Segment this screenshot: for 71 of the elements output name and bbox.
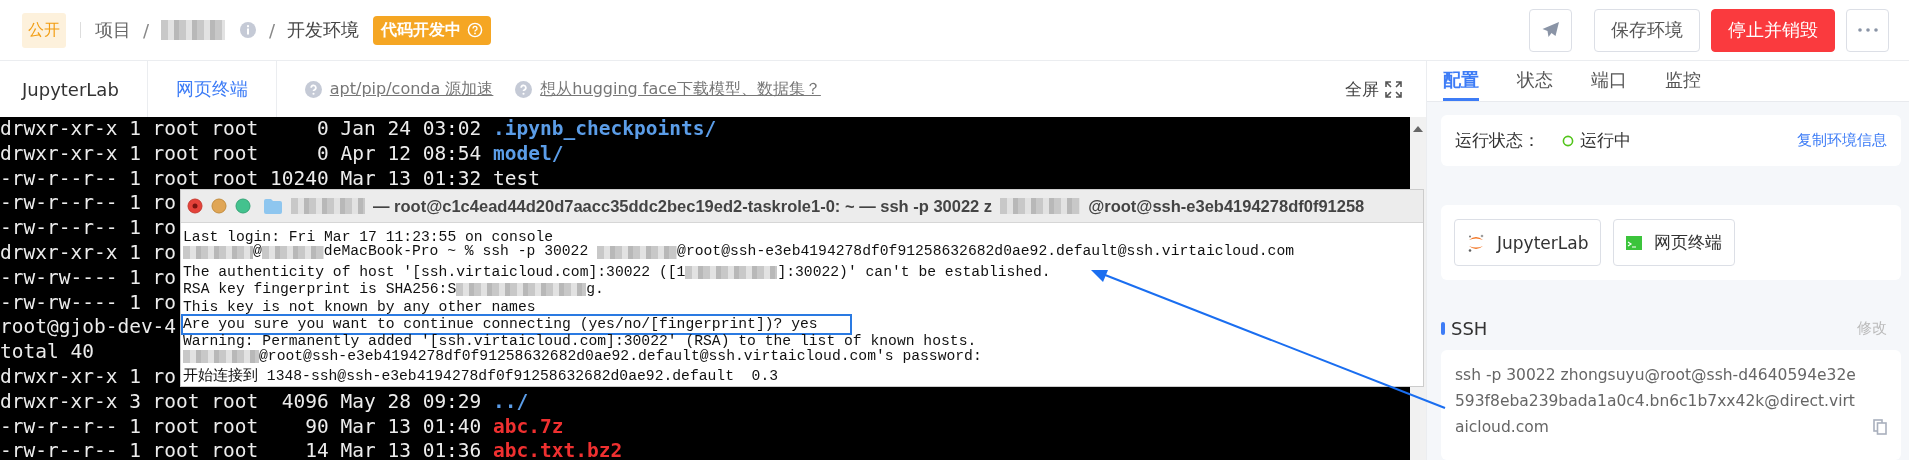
terminal-line: -rw-r--r-- 1 root root 14 Mar 13 01:36 abc.txt.bz2 xyxy=(0,439,623,460)
terminal-text: This key is not known by any other names xyxy=(183,298,536,316)
terminal-line: drwxr-xr-x 1 root root 0 Apr 12 08:54 model/ xyxy=(0,141,564,167)
terminal-text: @root@ssh-e3eb4194278df0f91258632682d0ae92.default@ssh.virtaicloud.com xyxy=(677,243,1295,261)
terminal-text: Warning: Permanently added '[ssh.virtaicloud.com]:30022' (RSA) to the list of known hosts. xyxy=(183,333,977,350)
send-button[interactable] xyxy=(1529,8,1572,52)
minimize-dot-icon[interactable] xyxy=(211,198,227,214)
terminal-line: -rw-r--r-- 1 root root 10240 Mar 13 01:32 test xyxy=(0,166,541,192)
ssh-command: ssh -p 30022 zhongsuyu@root@ssh-d4640594e32e593f8eba239bada1a0c4.bn6c1b7xx42k@direct.virtaicloud.com xyxy=(1455,365,1857,438)
page-title: 开发环境 xyxy=(287,18,360,42)
tab[interactable]: 网页终端 xyxy=(153,77,270,101)
breadcrumb-separator: / xyxy=(143,19,150,41)
open-button[interactable]: 网页终端 xyxy=(1613,219,1736,266)
stop-and-destroy-button[interactable]: 停止并销毁 xyxy=(1711,8,1835,52)
status-badge-label: 代码开发中 xyxy=(381,19,462,41)
terminal-line: -rw-r--r-- 1 ro xyxy=(0,191,177,217)
breadcrumb-link[interactable]: 项目 xyxy=(95,18,131,42)
help-icon xyxy=(304,80,322,98)
terminal-line: drwxr-xr-x 1 root root 0 Jan 24 03:02 .ipynb_checkpoints/ xyxy=(0,117,717,142)
terminal-text: Last login: Fri Mar 17 11:23:55 on console xyxy=(183,229,554,245)
terminal-icon xyxy=(1626,235,1643,250)
help-icon[interactable] xyxy=(467,22,484,38)
terminal-line: -rw-rw---- 1 ro xyxy=(0,290,177,316)
tab[interactable]: 配置 xyxy=(1443,61,1479,101)
tab[interactable]: 监控 xyxy=(1665,61,1701,101)
save-environment-button[interactable]: 保存环境 xyxy=(1594,8,1700,52)
window-title: @root@ssh-e3eb4194278df0f91258 xyxy=(1087,196,1366,216)
blurred-text xyxy=(183,245,253,259)
terminal-line: total 40 xyxy=(0,340,94,365)
terminal-text: ]:30022)' can't be established. xyxy=(777,263,1051,282)
expand-icon[interactable] xyxy=(1385,80,1402,98)
terminal-line: drwxr-xr-x 1 ro xyxy=(0,364,177,390)
terminal-text: The authenticity of host '[ssh.virtaicloud.com]:30022 ([1 xyxy=(183,263,686,282)
terminal-line: root@gjob-dev-4 xyxy=(0,315,177,341)
terminal-line: drwxr-xr-x 1 ro xyxy=(0,241,177,266)
terminal-text: deMacBook-Pro ~ % ssh -p 30022 xyxy=(323,243,590,261)
help-icon xyxy=(515,80,533,98)
terminal-text: @root@ssh-e3eb4194278df0f91258632682d0ae92.default@ssh.virtaicloud.com's password: xyxy=(259,347,982,366)
jupyter-icon xyxy=(1467,232,1485,253)
terminal-line: drwxr-xr-x 3 root root 4096 May 28 09:29 ../ xyxy=(0,389,529,415)
copy-icon[interactable] xyxy=(1873,419,1887,435)
fullscreen-link[interactable]: 全屏 xyxy=(1345,77,1379,101)
close-dot-icon[interactable] xyxy=(187,198,203,214)
copy-environment-link[interactable]: 复制环境信息 xyxy=(1797,131,1887,150)
help-link[interactable]: apt/pip/conda 源加速 xyxy=(329,78,494,100)
help-link[interactable]: 想从hugging face下载模型、数据集？ xyxy=(540,78,821,100)
terminal-text: Are you sure you want to continue connecting (yes/no/[fingerprint])? yes xyxy=(183,315,818,334)
zoom-dot-icon[interactable] xyxy=(235,198,251,214)
tab[interactable]: 端口 xyxy=(1591,61,1627,101)
scroll-up-icon[interactable] xyxy=(1413,125,1423,133)
blurred-text xyxy=(261,245,324,259)
breadcrumb-separator: / xyxy=(269,19,276,41)
terminal-line: -rw-r--r-- 1 root root 90 Mar 13 01:40 abc.7z xyxy=(0,414,564,440)
status-value: 运行中 xyxy=(1580,129,1631,152)
more-button[interactable] xyxy=(1846,8,1889,52)
tab[interactable]: JupyterLab xyxy=(0,78,141,100)
terminal-text: @ xyxy=(253,243,262,261)
folder-icon xyxy=(263,197,283,215)
terminal-line: -rw-rw---- 1 ro xyxy=(0,265,177,291)
tab[interactable]: 状态 xyxy=(1517,61,1553,101)
terminal-text: g. xyxy=(586,281,604,299)
more-icon xyxy=(1856,27,1879,33)
window-title: — root@c1c4ead44d20d7aacc35ddc2bec19ed2-taskrole1-0: ~ — ssh -p 30022 z xyxy=(372,196,994,216)
visibility-badge: 公开 xyxy=(22,12,66,48)
status-label: 运行状态： xyxy=(1455,129,1540,152)
terminal-text: 开始连接到 1348-ssh@ssh-e3eb4194278df0f91258632682d0ae92.default 0.3 xyxy=(183,368,779,386)
open-button[interactable]: JupyterLab xyxy=(1454,219,1602,266)
section-title: SSH xyxy=(1451,317,1488,339)
info-icon[interactable] xyxy=(239,21,258,39)
terminal-line: -rw-r--r-- 1 ro xyxy=(0,216,177,241)
terminal-text: RSA key fingerprint is SHA256:S xyxy=(183,281,457,299)
